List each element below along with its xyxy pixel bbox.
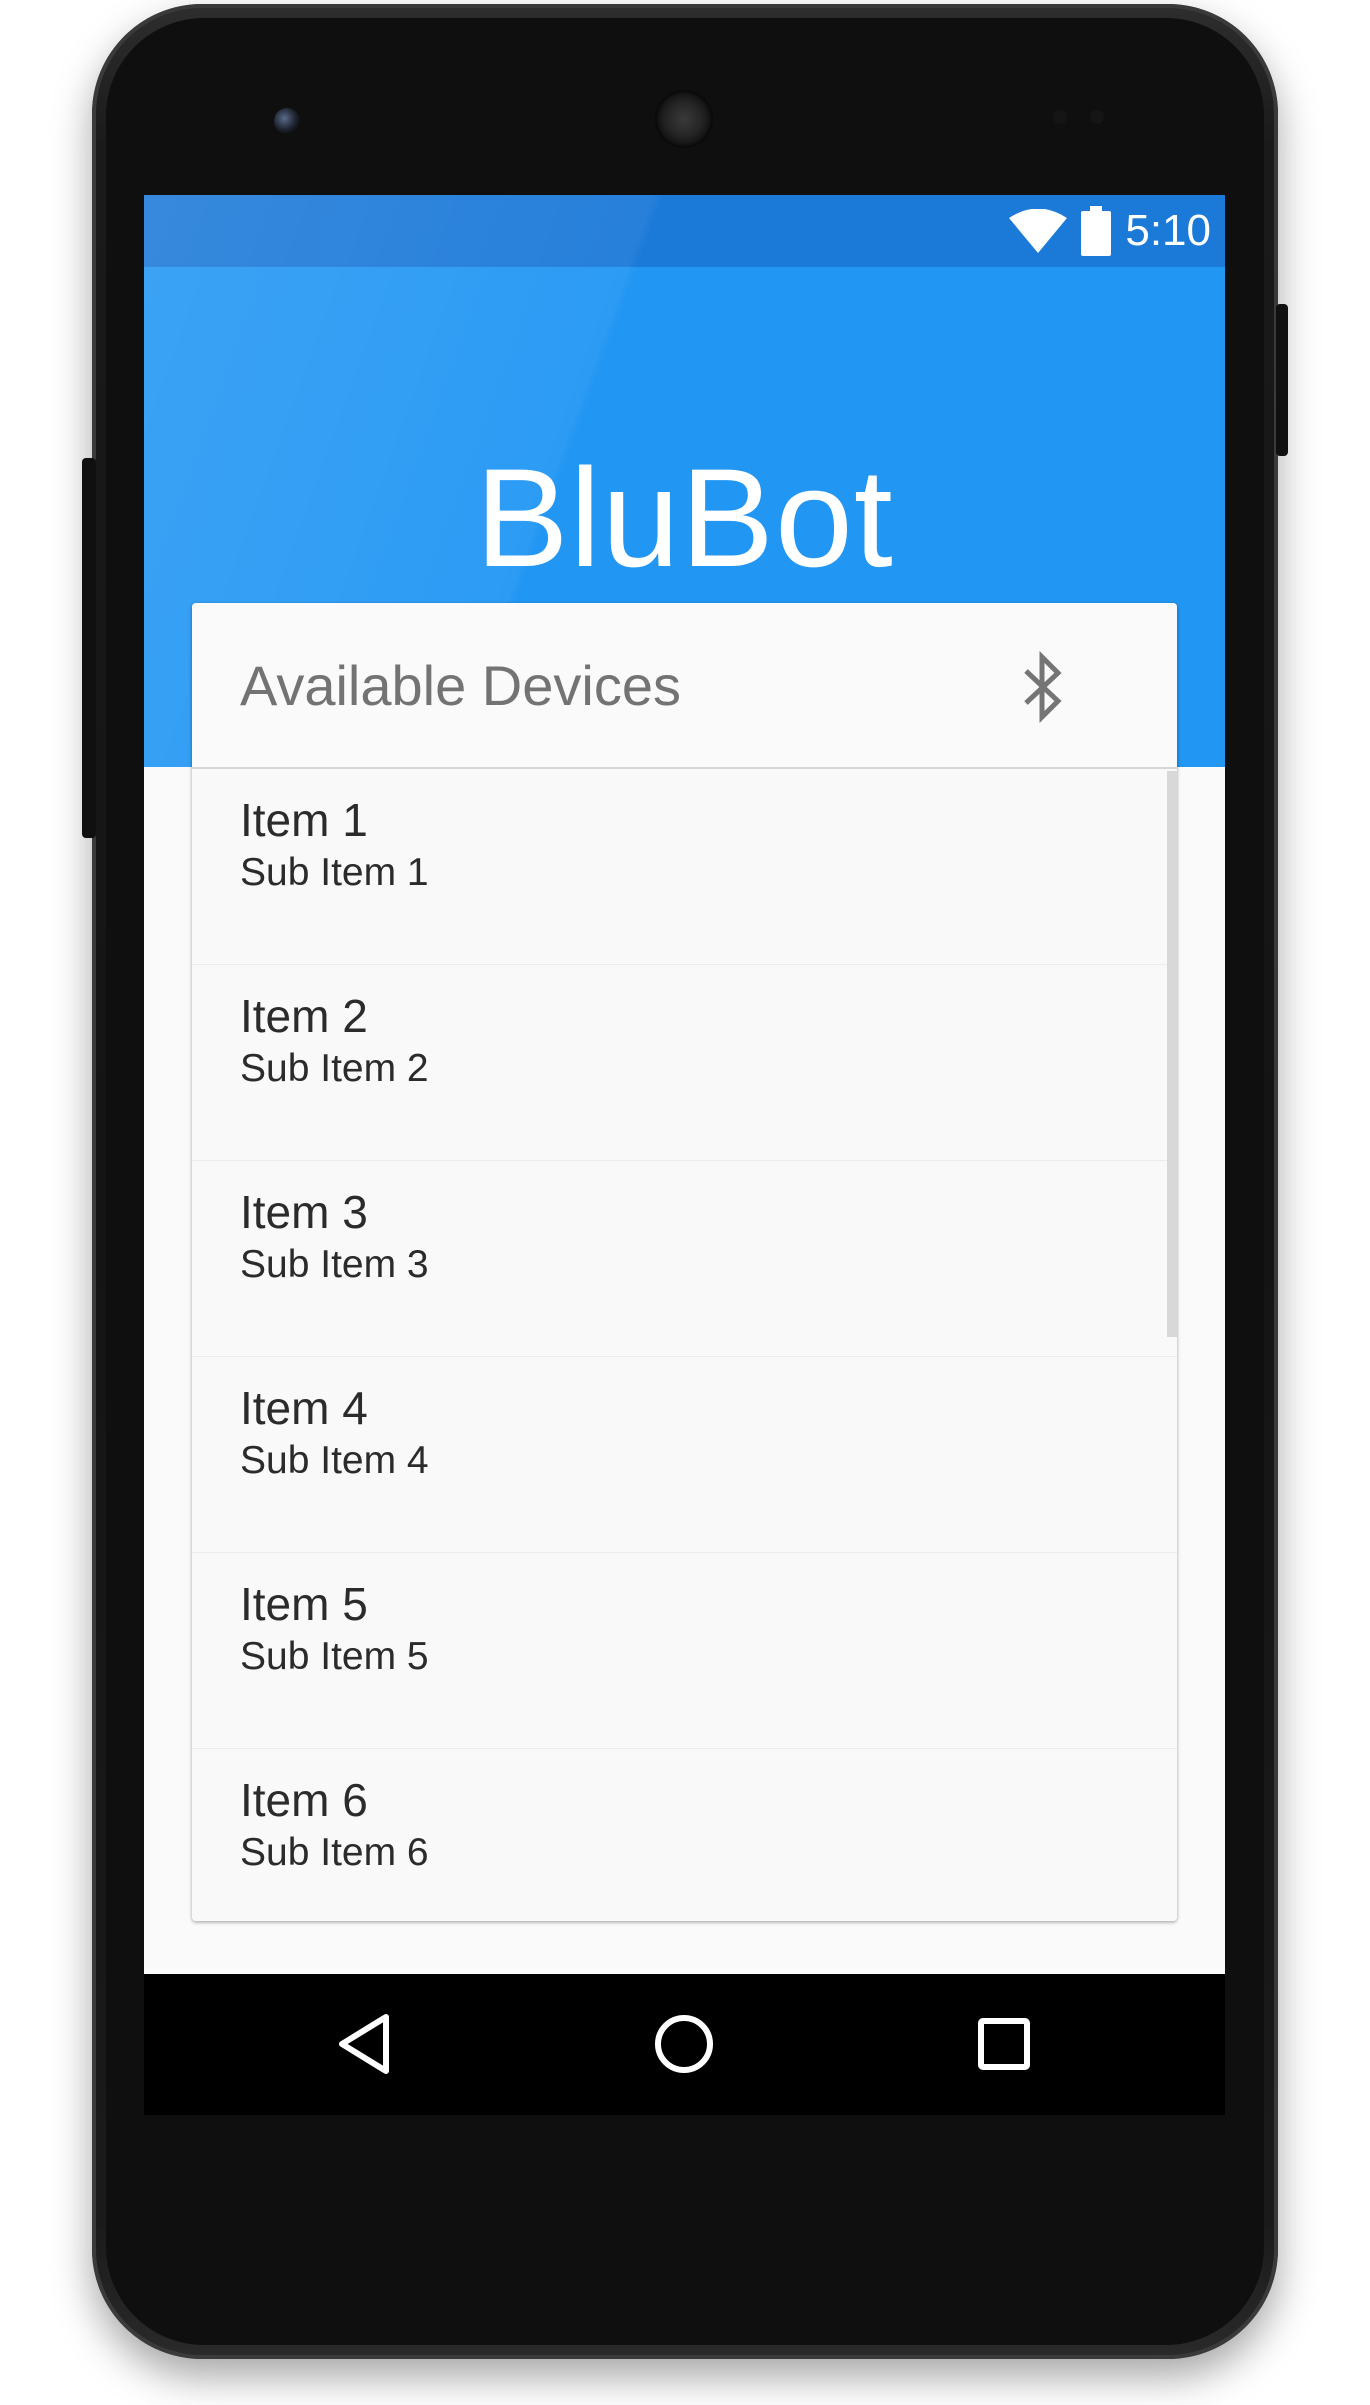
- list-item[interactable]: Item 1 Sub Item 1: [192, 769, 1177, 965]
- home-icon: [655, 2015, 713, 2073]
- back-button[interactable]: [324, 2004, 404, 2084]
- item-subtitle: Sub Item 6: [240, 1831, 429, 1874]
- wifi-icon: [1009, 209, 1068, 253]
- item-subtitle: Sub Item 5: [240, 1635, 429, 1678]
- item-title: Item 1: [240, 794, 368, 846]
- card-header: Available Devices: [192, 603, 1177, 769]
- list-item[interactable]: Item 4 Sub Item 4: [192, 1357, 1177, 1553]
- list-item[interactable]: Item 5 Sub Item 5: [192, 1553, 1177, 1749]
- item-subtitle: Sub Item 4: [240, 1439, 429, 1482]
- item-subtitle: Sub Item 2: [240, 1047, 429, 1090]
- item-title: Item 6: [240, 1774, 368, 1826]
- list-scrollbar[interactable]: [1167, 771, 1177, 1337]
- list-item[interactable]: Item 3 Sub Item 3: [192, 1161, 1177, 1357]
- item-title: Item 3: [240, 1186, 368, 1238]
- status-bar: 5:10: [144, 195, 1225, 267]
- back-icon: [339, 2014, 389, 2074]
- item-title: Item 5: [240, 1578, 368, 1630]
- app-screen: 5:10 BluBot Available Devices Item 1 Sub…: [144, 195, 1225, 2115]
- bluetooth-icon[interactable]: [1022, 651, 1066, 723]
- battery-icon: [1081, 206, 1112, 256]
- status-icons: 5:10: [1009, 205, 1211, 257]
- list-item[interactable]: Item 6 Sub Item 6: [192, 1749, 1177, 1921]
- navigation-bar: [144, 1974, 1225, 2115]
- app-title: BluBot: [475, 439, 894, 596]
- item-title: Item 2: [240, 990, 368, 1042]
- list-item[interactable]: Item 2 Sub Item 2: [192, 965, 1177, 1161]
- card-title: Available Devices: [240, 654, 681, 717]
- item-title: Item 4: [240, 1382, 368, 1434]
- light-sensor: [1090, 110, 1104, 124]
- clock: 5:10: [1125, 206, 1211, 255]
- volume-button: [82, 458, 96, 838]
- available-devices-card: Available Devices Item 1 Sub Item 1 Item…: [192, 603, 1177, 1921]
- recents-button[interactable]: [964, 2004, 1044, 2084]
- front-camera: [274, 108, 300, 134]
- proximity-sensor: [1053, 110, 1067, 124]
- item-subtitle: Sub Item 1: [240, 851, 429, 894]
- device-list[interactable]: Item 1 Sub Item 1 Item 2 Sub Item 2 Item…: [192, 769, 1177, 1921]
- power-button: [1276, 304, 1288, 456]
- item-subtitle: Sub Item 3: [240, 1243, 429, 1286]
- earpiece-speaker: [655, 90, 713, 148]
- home-button[interactable]: [644, 2004, 724, 2084]
- recents-icon: [978, 2018, 1030, 2070]
